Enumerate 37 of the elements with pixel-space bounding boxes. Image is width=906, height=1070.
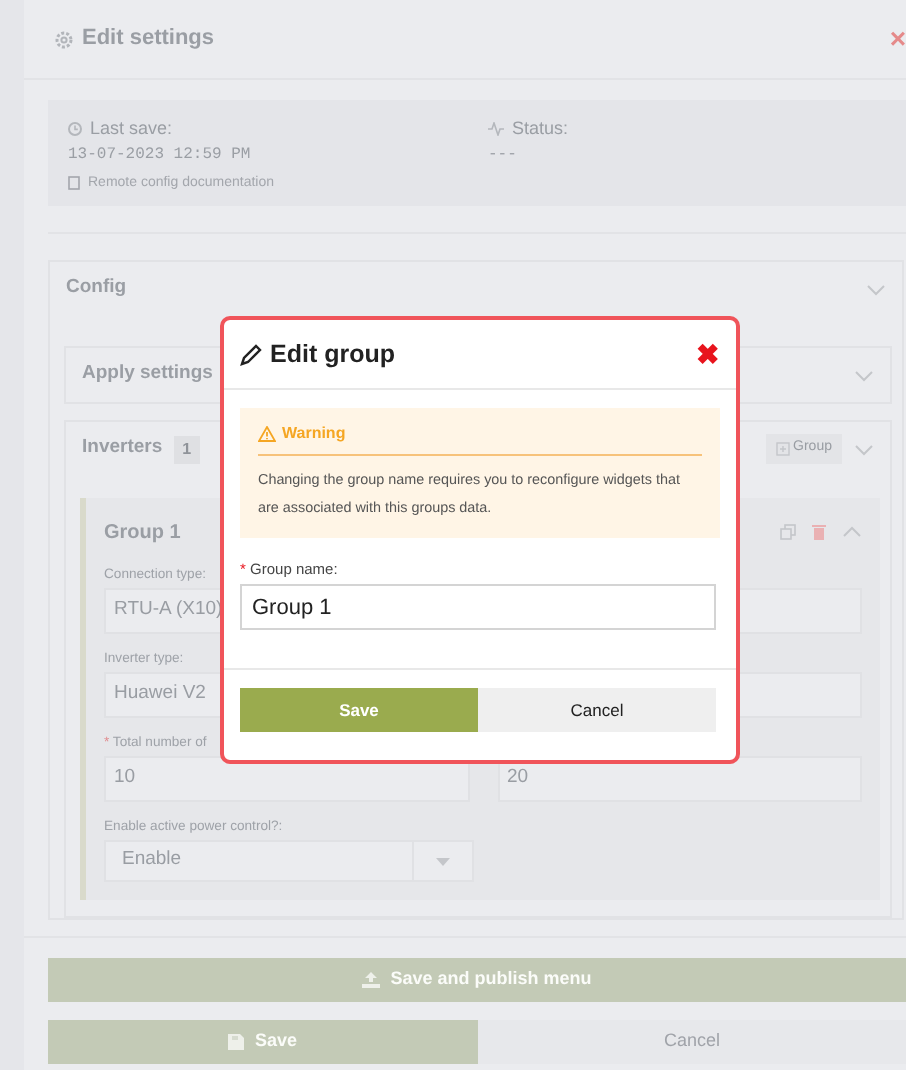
document-icon <box>68 176 80 191</box>
gear-icon <box>54 29 74 49</box>
caret-icon <box>436 857 450 865</box>
copy-icon[interactable] <box>780 524 796 540</box>
last-save-label: Last save: <box>90 116 173 142</box>
close-button[interactable]: × <box>889 18 906 60</box>
section-title: Apply settings <box>82 360 213 389</box>
dialog-title: Edit settings <box>82 24 215 55</box>
plus-icon <box>775 442 790 456</box>
cancel-button[interactable]: Cancel <box>478 688 716 733</box>
warning-icon <box>258 426 276 442</box>
status-label: Status: <box>512 116 569 142</box>
publish-button[interactable]: Save and publish menu <box>48 958 906 1002</box>
chevron-down-icon <box>854 367 874 383</box>
save-button[interactable]: Save <box>48 1020 478 1064</box>
modal-title: Edit group <box>270 337 395 372</box>
select-field[interactable]: Enable <box>104 840 474 882</box>
group-title: Group 1 <box>104 519 181 547</box>
chevron-down-icon <box>854 441 874 457</box>
save-button[interactable]: Save <box>240 688 478 733</box>
chevron-down-icon <box>866 281 886 297</box>
last-save-value: 13-07-2023 12:59 PM <box>68 143 253 167</box>
group-name-field[interactable]: Group 1 <box>240 584 716 631</box>
trash-icon[interactable] <box>812 524 826 540</box>
count-badge: 1 <box>174 435 200 463</box>
status-value: --- <box>488 143 519 167</box>
floppy-icon <box>228 1034 245 1050</box>
close-button[interactable]: ✖ <box>696 340 720 368</box>
clock-icon <box>68 122 82 137</box>
pulse-icon <box>488 122 504 137</box>
chevron-up-icon[interactable] <box>842 524 862 540</box>
section-title: Config <box>66 274 127 303</box>
upload-icon <box>362 972 381 988</box>
warning-title: Warning <box>282 422 346 446</box>
cancel-button[interactable]: Cancel <box>478 1020 906 1064</box>
section-title: Inverters <box>82 434 163 463</box>
pencil-icon <box>240 343 262 365</box>
